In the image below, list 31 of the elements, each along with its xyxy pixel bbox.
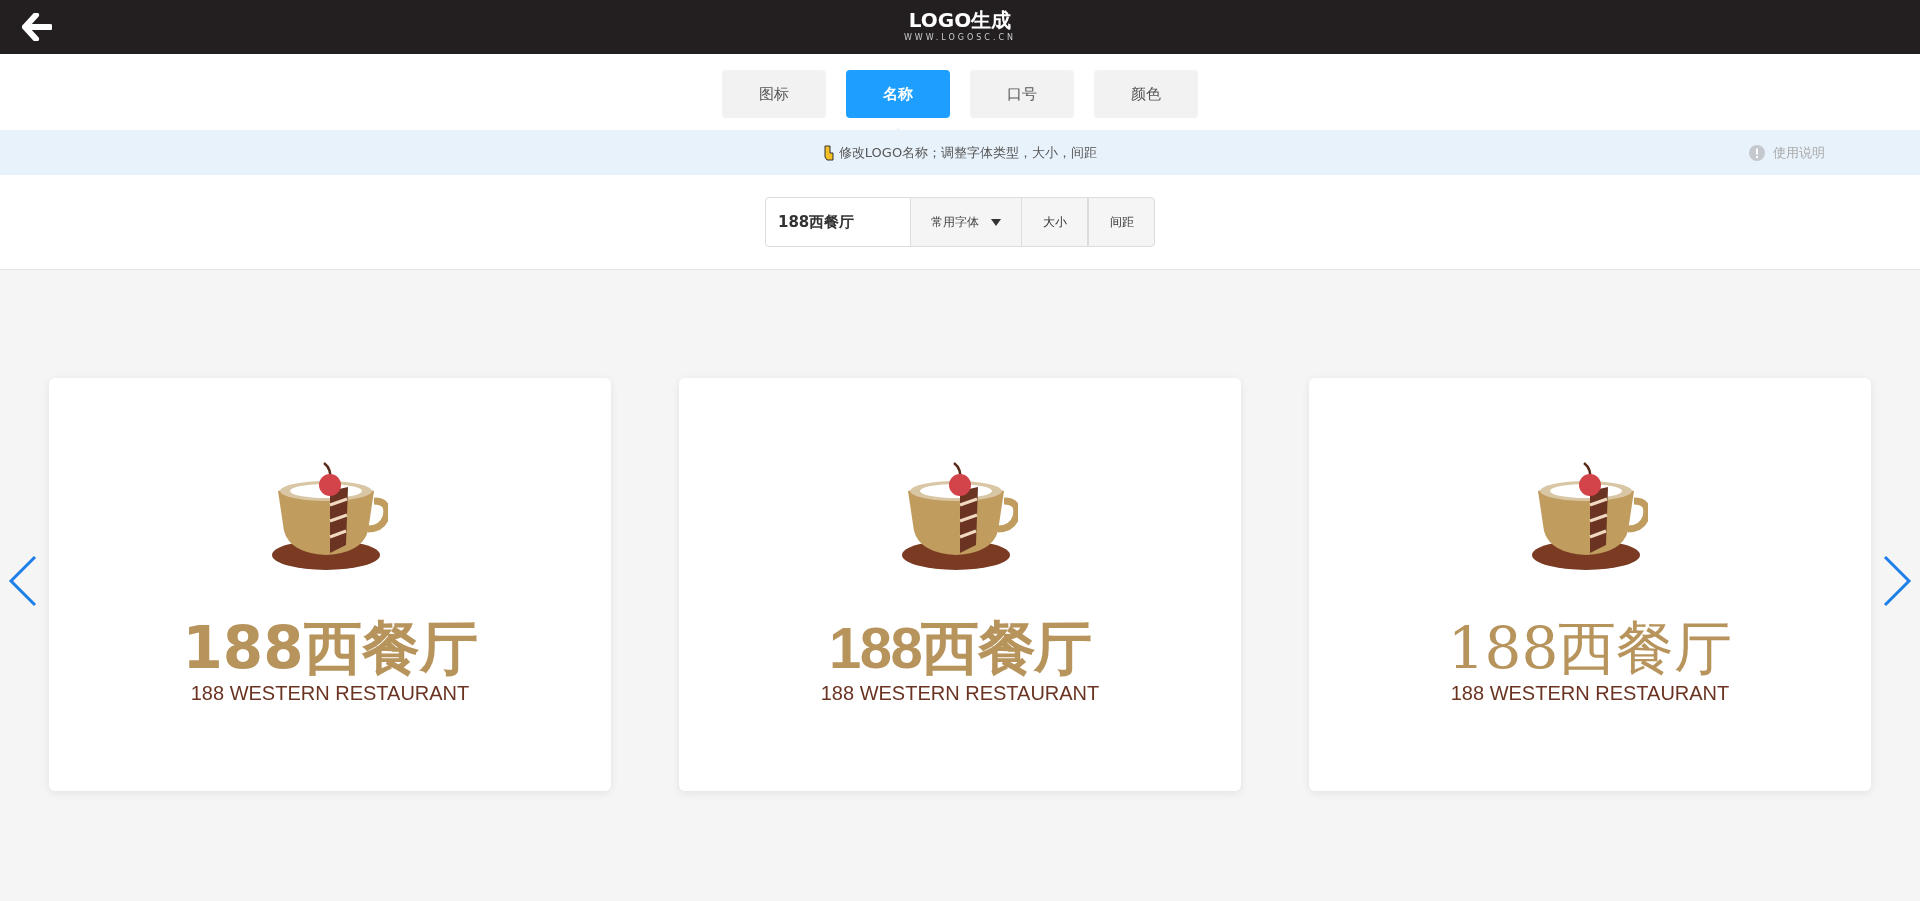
logo-url: WWW.LOGOSC.CN bbox=[903, 32, 1017, 44]
logo-subtitle: 188 WESTERN RESTAURANT bbox=[820, 681, 1100, 705]
back-button[interactable] bbox=[20, 10, 54, 44]
toolbar-button[interactable]: 间距 bbox=[1088, 197, 1155, 247]
toolbar-button[interactable]: 大小 bbox=[1021, 197, 1088, 247]
name-input-field[interactable]: 188西餐厅 bbox=[765, 197, 911, 247]
arrow-left-icon bbox=[22, 13, 52, 41]
logo-name: 188西餐厅 bbox=[182, 615, 478, 681]
tab[interactable]: 颜色 bbox=[1094, 70, 1198, 118]
cake-cup-icon bbox=[1532, 461, 1648, 573]
chevron-right-icon bbox=[1882, 555, 1912, 607]
logo-subtitle: 188 WESTERN RESTAURANT bbox=[190, 681, 470, 705]
logo-name: 188西餐厅 bbox=[828, 615, 1092, 681]
logo-card[interactable]: 188西餐厅 188 WESTERN RESTAURANT bbox=[49, 378, 611, 791]
info-icon bbox=[1749, 144, 1765, 161]
pointing-hand-icon bbox=[822, 144, 835, 161]
caret-icon bbox=[991, 218, 1001, 226]
next-arrow-button[interactable] bbox=[1882, 555, 1912, 607]
logo-name: 188西餐厅 bbox=[1447, 615, 1733, 681]
logo-subtitle: 188 WESTERN RESTAURANT bbox=[1450, 681, 1730, 705]
previous-arrow-button[interactable] bbox=[8, 555, 38, 607]
tab[interactable]: 口号 bbox=[970, 70, 1074, 118]
logo-card[interactable]: 188西餐厅 188 WESTERN RESTAURANT bbox=[679, 378, 1241, 791]
logo-text: LOGO生成 bbox=[908, 8, 1012, 32]
font-dropdown[interactable]: 常用字体 bbox=[911, 197, 1021, 247]
cake-cup-icon bbox=[272, 461, 388, 573]
logo-card[interactable]: 188西餐厅 188 WESTERN RESTAURANT bbox=[1309, 378, 1871, 791]
chevron-left-icon bbox=[8, 555, 38, 607]
tab[interactable]: 图标 bbox=[722, 70, 826, 118]
cake-cup-icon bbox=[902, 461, 1018, 573]
tip-text: 修改LOGO名称；调整字体类型，大小，间距 bbox=[838, 143, 1098, 162]
